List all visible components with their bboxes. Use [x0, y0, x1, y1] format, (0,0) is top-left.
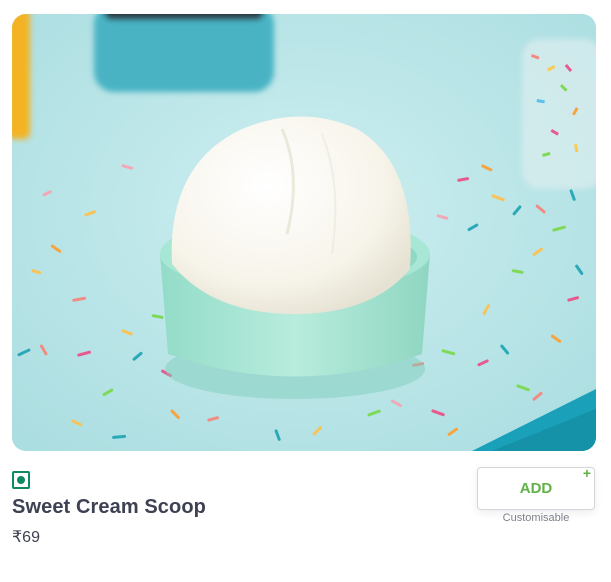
- add-button-label: ADD: [519, 480, 553, 497]
- menu-item-card: Sweet Cream Scoop ₹69 ADD + Customisable: [0, 0, 611, 582]
- item-image[interactable]: [12, 14, 596, 451]
- add-button[interactable]: ADD +: [477, 465, 595, 510]
- item-name: Sweet Cream Scoop: [12, 496, 206, 518]
- veg-icon: [12, 471, 30, 489]
- item-price: ₹69: [12, 529, 40, 546]
- plus-icon: +: [582, 465, 591, 481]
- ice-cream-photo: [12, 14, 596, 451]
- customisable-label: Customisable: [502, 512, 570, 524]
